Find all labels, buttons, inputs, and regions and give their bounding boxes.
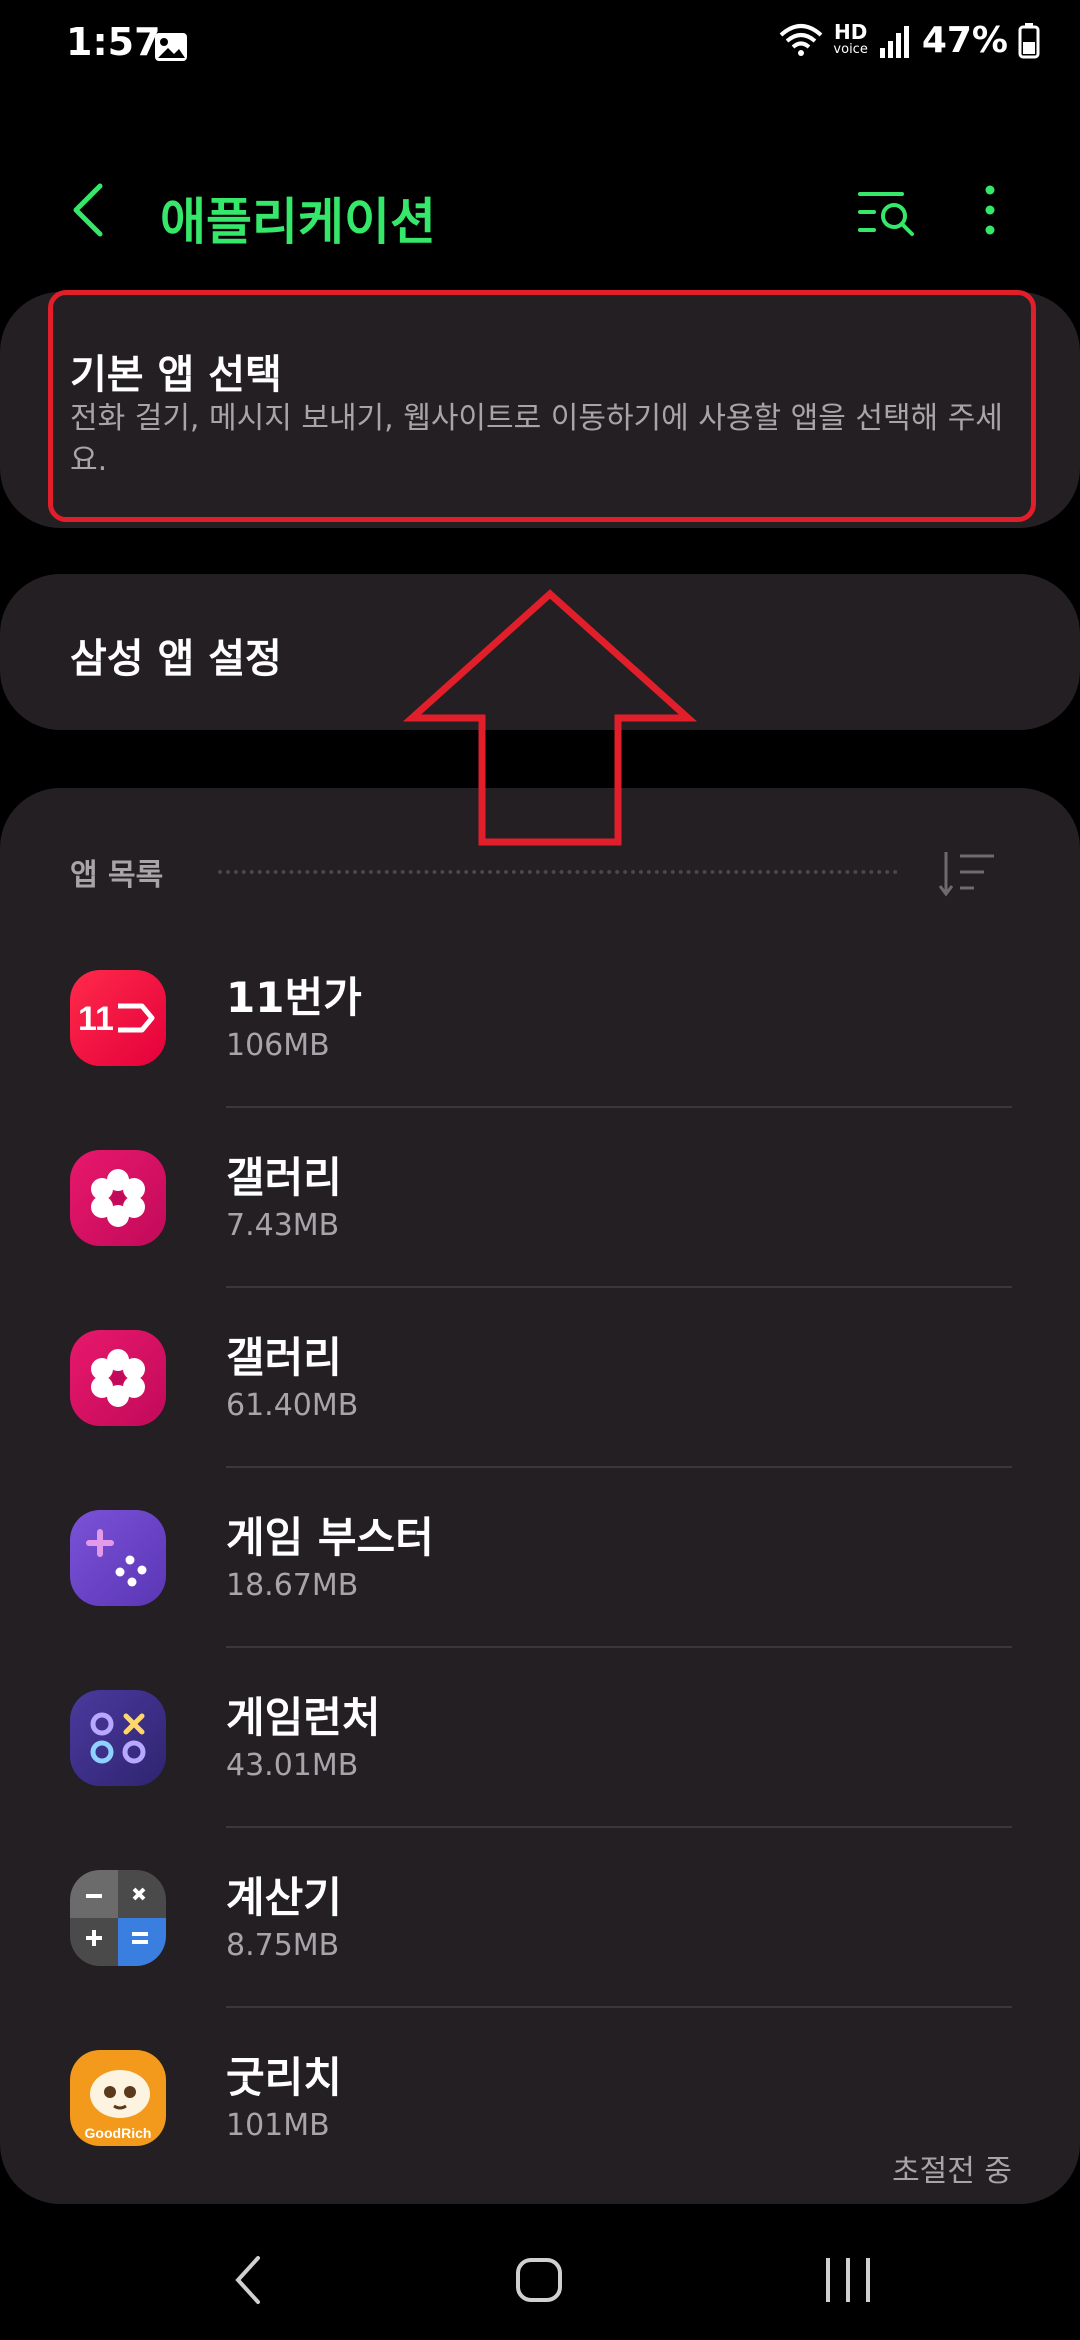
app-row[interactable]: 갤러리 7.43MB: [0, 1108, 1080, 1288]
status-icons: HD voice 47%: [779, 20, 1040, 61]
navigation-bar: [0, 2220, 1080, 2340]
app-row[interactable]: 게임런처 43.01MB: [0, 1648, 1080, 1828]
app-size: 8.75MB: [226, 1928, 340, 1963]
app-size: 7.43MB: [226, 1208, 340, 1243]
header-divider: [218, 870, 898, 874]
app-row[interactable]: 갤러리 61.40MB: [0, 1288, 1080, 1468]
nav-back-icon[interactable]: [220, 2250, 280, 2310]
app-row[interactable]: 게임 부스터 18.67MB: [0, 1468, 1080, 1648]
up-arrow-annotation: [402, 589, 698, 846]
gallery-icon: [70, 1150, 166, 1246]
app-size: 101MB: [226, 2108, 330, 2143]
calculator-icon: [70, 1870, 166, 1966]
highlight-box: [48, 290, 1036, 522]
app-list-header: 앱 목록: [70, 858, 164, 893]
power-saving-note: 초절전 중: [892, 2154, 1012, 2189]
back-arrow-icon[interactable]: [60, 180, 120, 240]
app-bar: 애플리케이션: [0, 160, 1080, 260]
app-name: 갤러리: [226, 1153, 342, 1202]
signal-icon: [879, 25, 909, 58]
app-name: 11번가: [226, 973, 362, 1022]
app-name: 굿리치: [226, 2053, 342, 2102]
app-list-card: 앱 목록 11 11번가 106MB 갤러리 7.43MB 갤러리 61.40M…: [0, 788, 1080, 2204]
app-name: 갤러리: [226, 1333, 342, 1382]
page-title: 애플리케이션: [160, 193, 436, 251]
nav-recent-apps-icon[interactable]: [818, 2250, 878, 2310]
battery-percent: 47%: [921, 20, 1008, 61]
app-name: 게임 부스터: [226, 1513, 434, 1562]
goodrich-icon: GoodRich: [70, 2050, 166, 2146]
game-booster-icon: [70, 1510, 166, 1606]
nav-home-icon[interactable]: [510, 2250, 570, 2310]
gallery-notification-icon: [155, 33, 187, 61]
battery-icon: [1018, 22, 1040, 58]
search-list-icon[interactable]: [850, 182, 920, 242]
sort-icon[interactable]: [936, 848, 998, 898]
app-size: 61.40MB: [226, 1388, 359, 1423]
hd-voice-indicator: HD voice: [833, 19, 868, 57]
wifi-icon: [780, 23, 823, 56]
more-options-icon[interactable]: [960, 180, 1020, 240]
app-size: 106MB: [226, 1028, 330, 1063]
game-launcher-icon: [70, 1690, 166, 1786]
svg-text:11: 11: [78, 1000, 114, 1038]
app-size: 18.67MB: [226, 1568, 359, 1603]
svg-text:GoodRich: GoodRich: [85, 2125, 152, 2141]
app-size: 43.01MB: [226, 1748, 359, 1783]
gallery-icon: [70, 1330, 166, 1426]
samsung-app-settings-title: 삼성 앱 설정: [70, 636, 282, 682]
status-bar: 1:57 HD voice 47%: [0, 0, 1080, 96]
screen: 1:57 HD voice 47% 애플리케이션 기본 앱 선택 전화 걸기, …: [0, 0, 1080, 2340]
app-row[interactable]: 계산기 8.75MB: [0, 1828, 1080, 2008]
app-row[interactable]: 11 11번가 106MB: [0, 928, 1080, 1108]
11st-icon: 11: [70, 970, 166, 1066]
app-name: 게임런처: [226, 1693, 381, 1742]
app-name: 계산기: [226, 1873, 342, 1922]
status-time: 1:57: [66, 20, 161, 64]
